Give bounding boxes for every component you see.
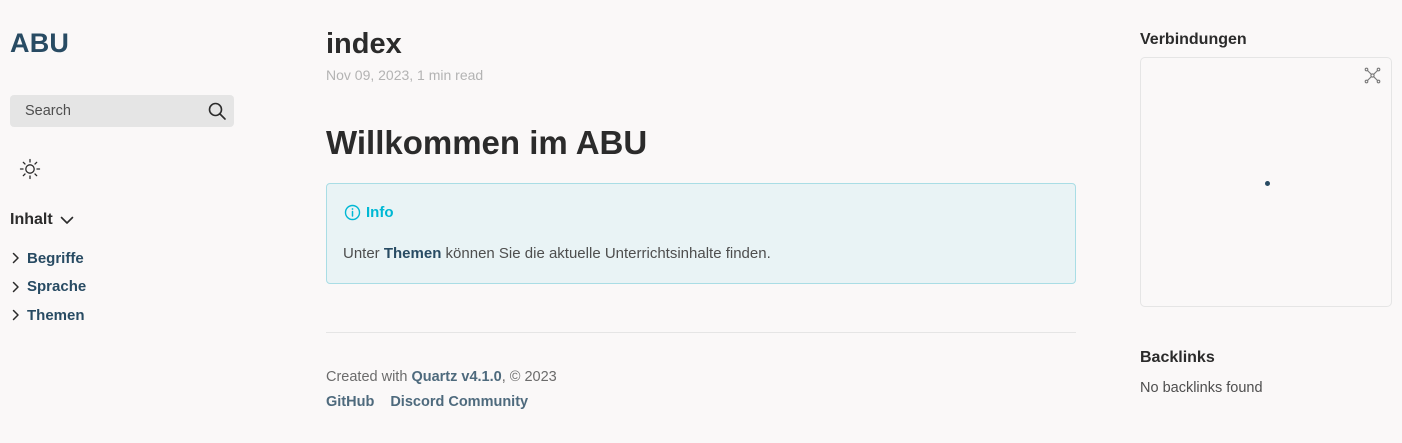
- quartz-link[interactable]: Quartz v4.1.0: [411, 369, 501, 385]
- chevron-right-icon: [12, 310, 19, 321]
- search-placeholder: Search: [25, 103, 71, 119]
- tree-item-label: Begriffe: [27, 249, 84, 267]
- tree-item-sprache[interactable]: Sprache: [10, 273, 86, 302]
- tree-item-label: Sprache: [27, 278, 87, 296]
- chevron-right-icon: [12, 281, 19, 292]
- graph-node[interactable]: [1265, 181, 1270, 186]
- callout-body-prefix: Unter: [343, 245, 380, 262]
- search-icon[interactable]: [207, 101, 227, 121]
- search-bar[interactable]: Search: [10, 95, 234, 127]
- tree-item-themen[interactable]: Themen: [10, 301, 86, 330]
- discord-link[interactable]: Discord Community: [390, 394, 528, 410]
- chevron-down-icon: [60, 216, 73, 224]
- chevron-right-icon: [12, 253, 19, 264]
- expand-graph-icon[interactable]: [1364, 67, 1381, 84]
- explorer-tree: Begriffe Sprache Themen: [10, 244, 86, 330]
- callout-body: Unter Themen können Sie die aktuelle Unt…: [343, 245, 771, 262]
- page-title: index: [326, 28, 402, 60]
- sun-icon[interactable]: [19, 158, 41, 180]
- backlinks-title: Backlinks: [1140, 349, 1215, 366]
- explorer-toggle[interactable]: Inhalt: [10, 211, 75, 229]
- explorer-title: Inhalt: [10, 211, 53, 228]
- tree-item-label: Themen: [27, 306, 85, 324]
- graph-view[interactable]: [1140, 57, 1392, 307]
- footer-created-prefix: Created with: [326, 369, 408, 385]
- tree-item-begriffe[interactable]: Begriffe: [10, 244, 86, 273]
- info-callout: Info Unter Themen können Sie die aktuell…: [326, 183, 1076, 284]
- footer-divider: [326, 332, 1076, 333]
- site-title[interactable]: ABU: [10, 28, 69, 59]
- article-heading: Willkommen im ABU: [326, 124, 648, 161]
- article-meta: Nov 09, 2023, 1 min read: [326, 67, 484, 83]
- footer-links: GitHub Discord Community: [326, 394, 528, 410]
- themen-link[interactable]: Themen: [384, 245, 442, 262]
- info-icon: [344, 204, 361, 221]
- graph-title: Verbindungen: [1140, 31, 1247, 48]
- callout-header: Info: [344, 204, 394, 221]
- callout-body-suffix: können Sie die aktuelle Unterrichtsinhal…: [445, 245, 771, 262]
- github-link[interactable]: GitHub: [326, 394, 374, 410]
- footer-credit: Created with Quartz v4.1.0, © 2023: [326, 369, 557, 385]
- footer-copyright: , © 2023: [501, 369, 557, 385]
- callout-title: Info: [366, 204, 394, 221]
- backlinks-empty: No backlinks found: [1140, 380, 1263, 396]
